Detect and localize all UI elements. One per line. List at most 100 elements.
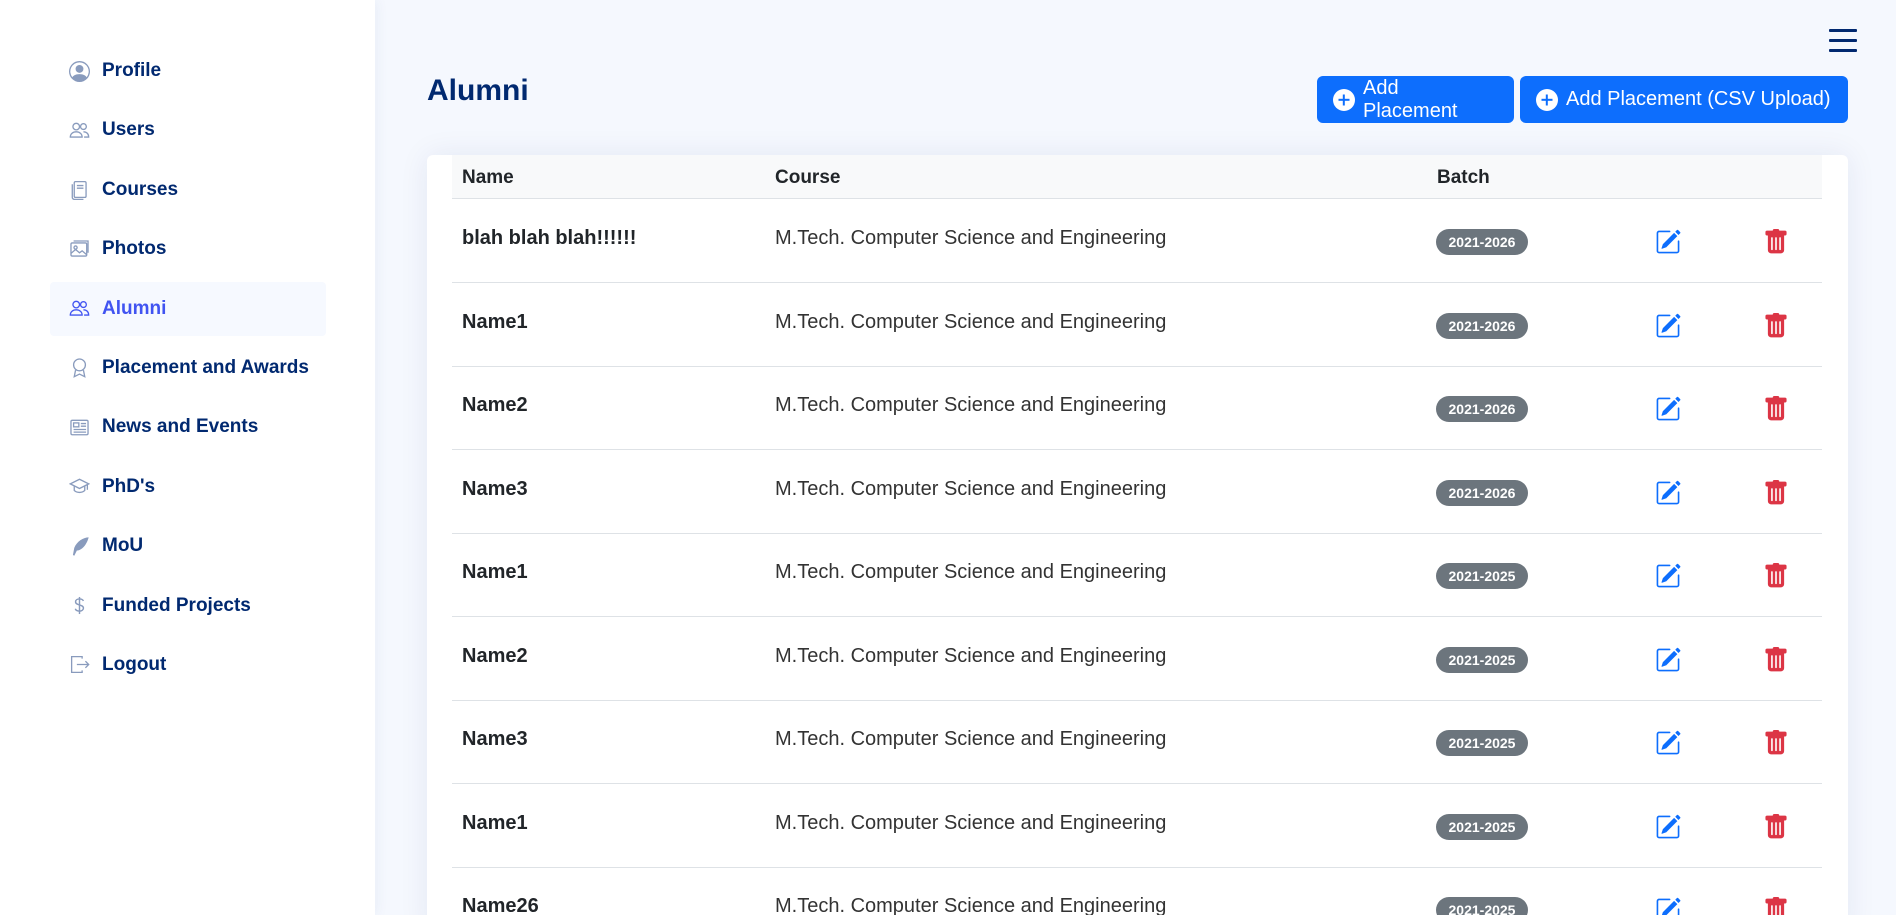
sidebar-item-label: Profile bbox=[102, 60, 162, 81]
trash-icon[interactable] bbox=[1763, 897, 1789, 915]
table-row: Name1 M.Tech. Computer Science and Engine… bbox=[452, 784, 1822, 868]
batch-badge: 2021-2025 bbox=[1436, 563, 1528, 589]
add-placement-csv-label: Add Placement (CSV Upload) bbox=[1566, 88, 1831, 110]
person-circle-icon bbox=[68, 60, 90, 82]
trash-icon[interactable] bbox=[1763, 646, 1789, 673]
people-icon bbox=[68, 119, 90, 141]
alumni-name: blah blah blah!!!!!! bbox=[462, 227, 637, 249]
edit-icon[interactable] bbox=[1655, 730, 1681, 756]
trash-icon[interactable] bbox=[1763, 396, 1789, 422]
alumni-course: M.Tech. Computer Science and Engineering bbox=[775, 644, 1167, 667]
alumni-course: M.Tech. Computer Science and Engineering bbox=[775, 728, 1167, 750]
currency-dollar-icon bbox=[68, 595, 90, 617]
sidebar-item-mou[interactable]: MoU bbox=[50, 519, 326, 573]
trash-icon[interactable] bbox=[1763, 813, 1789, 840]
batch-badge: 2021-2025 bbox=[1436, 646, 1528, 673]
trash-icon[interactable] bbox=[1763, 563, 1789, 589]
alumni-name: Name3 bbox=[462, 477, 528, 500]
alumni-name: Name2 bbox=[462, 394, 528, 416]
table-row: Name3 M.Tech. Computer Science and Engine… bbox=[452, 450, 1822, 534]
add-placement-label: Add Placement bbox=[1363, 76, 1458, 122]
column-header-batch: Batch bbox=[1437, 167, 1490, 188]
sidebar-item-alumni[interactable]: Alumni bbox=[50, 281, 326, 336]
plus-circle-icon bbox=[1333, 88, 1355, 111]
batch-badge: 2021-2025 bbox=[1436, 897, 1528, 915]
edit-icon[interactable] bbox=[1655, 229, 1681, 255]
sidebar-item-users[interactable]: Users bbox=[50, 103, 326, 157]
edit-icon[interactable] bbox=[1655, 814, 1681, 840]
feather-icon bbox=[68, 535, 90, 557]
alumni-course: M.Tech. Computer Science and Engineering bbox=[775, 394, 1167, 416]
sidebar-item-funded-projects[interactable]: Funded Projects bbox=[50, 579, 326, 633]
table-row: Name2 M.Tech. Computer Science and Engine… bbox=[452, 366, 1822, 450]
add-placement-button[interactable]: Add Placement bbox=[1317, 76, 1514, 123]
alumni-table-card: Name Course Batch blah blah blah!!!!!! M.… bbox=[427, 155, 1848, 915]
alumni-course: M.Tech. Computer Science and Engineering bbox=[775, 227, 1167, 249]
plus-circle-icon bbox=[1536, 88, 1558, 111]
sidebar-item-label: MoU bbox=[102, 535, 144, 557]
alumni-name: Name1 bbox=[462, 811, 528, 834]
alumni-name: Name3 bbox=[462, 728, 528, 750]
sidebar-item-label: Courses bbox=[102, 178, 179, 200]
table-row: Name3 M.Tech. Computer Science and Engine… bbox=[452, 700, 1822, 784]
sidebar-item-label: Funded Projects bbox=[102, 594, 251, 616]
trash-icon[interactable] bbox=[1763, 312, 1789, 339]
award-icon bbox=[68, 357, 90, 379]
trash-icon[interactable] bbox=[1763, 730, 1789, 756]
table-header: Name Course Batch bbox=[452, 155, 1822, 199]
table-row: Name26 M.Tech. Computer Science and Engin… bbox=[452, 867, 1822, 915]
batch-badge: 2021-2026 bbox=[1436, 396, 1528, 422]
alumni-name: Name1 bbox=[462, 310, 528, 333]
alumni-name: Name2 bbox=[462, 644, 528, 667]
box-arrow-right-icon bbox=[68, 654, 90, 676]
sidebar-item-label: Photos bbox=[102, 238, 167, 260]
edit-icon[interactable] bbox=[1655, 563, 1681, 589]
add-placement-csv-button[interactable]: Add Placement (CSV Upload) bbox=[1520, 76, 1848, 123]
alumni-name: Name26 bbox=[462, 895, 539, 915]
sidebar-item-label: Placement and Awards bbox=[102, 356, 309, 378]
sidebar-nav: Profile Users Courses Photos Alumni Plac… bbox=[50, 44, 326, 697]
table-row: Name1 M.Tech. Computer Science and Engine… bbox=[452, 533, 1822, 617]
sidebar-item-logout[interactable]: Logout bbox=[50, 638, 326, 692]
alumni-course: M.Tech. Computer Science and Engineering bbox=[775, 811, 1167, 834]
page-title: Alumni bbox=[427, 74, 529, 107]
sidebar-item-phds[interactable]: PhD's bbox=[50, 460, 326, 514]
batch-badge: 2021-2026 bbox=[1436, 479, 1528, 506]
sidebar-item-photos[interactable]: Photos bbox=[50, 222, 326, 276]
edit-icon[interactable] bbox=[1655, 313, 1681, 339]
sidebar-item-label: Logout bbox=[102, 653, 167, 675]
sidebar-item-label: PhD's bbox=[102, 475, 156, 497]
sidebar-item-label: Users bbox=[102, 119, 155, 141]
trash-icon[interactable] bbox=[1763, 479, 1789, 506]
mortarboard-icon bbox=[68, 476, 90, 498]
sidebar-item-label: Alumni bbox=[102, 297, 167, 319]
sidebar-item-news-and-events[interactable]: News and Events bbox=[50, 400, 326, 454]
alumni-course: M.Tech. Computer Science and Engineering bbox=[775, 561, 1167, 583]
column-header-course: Course bbox=[775, 167, 841, 188]
journals-icon bbox=[68, 179, 90, 201]
table-row: Name1 M.Tech. Computer Science and Engine… bbox=[452, 283, 1822, 367]
sidebar-item-label: News and Events bbox=[102, 416, 259, 438]
people-icon bbox=[68, 298, 90, 320]
alumni-course: M.Tech. Computer Science and Engineering bbox=[775, 477, 1167, 500]
alumni-course: M.Tech. Computer Science and Engineering bbox=[775, 310, 1167, 333]
edit-icon[interactable] bbox=[1655, 647, 1681, 673]
sidebar-item-profile[interactable]: Profile bbox=[50, 44, 326, 98]
trash-icon[interactable] bbox=[1763, 229, 1789, 255]
menu-toggle-icon[interactable] bbox=[1829, 29, 1857, 57]
batch-badge: 2021-2025 bbox=[1436, 813, 1528, 840]
table-row: Name2 M.Tech. Computer Science and Engine… bbox=[452, 617, 1822, 701]
alumni-name: Name1 bbox=[462, 561, 528, 583]
batch-badge: 2021-2026 bbox=[1436, 229, 1528, 255]
sidebar-item-courses[interactable]: Courses bbox=[50, 163, 326, 217]
newspaper-icon bbox=[68, 416, 90, 438]
table-row: blah blah blah!!!!!! M.Tech. Computer Sci… bbox=[452, 199, 1822, 283]
column-header-name: Name bbox=[462, 167, 514, 188]
batch-badge: 2021-2026 bbox=[1436, 312, 1528, 339]
edit-icon[interactable] bbox=[1655, 897, 1681, 915]
sidebar: Profile Users Courses Photos Alumni Plac… bbox=[0, 0, 375, 915]
edit-icon[interactable] bbox=[1655, 480, 1681, 506]
alumni-course: M.Tech. Computer Science and Engineering bbox=[775, 895, 1167, 915]
edit-icon[interactable] bbox=[1655, 396, 1681, 422]
sidebar-item-placement-and-awards[interactable]: Placement and Awards bbox=[50, 341, 326, 395]
